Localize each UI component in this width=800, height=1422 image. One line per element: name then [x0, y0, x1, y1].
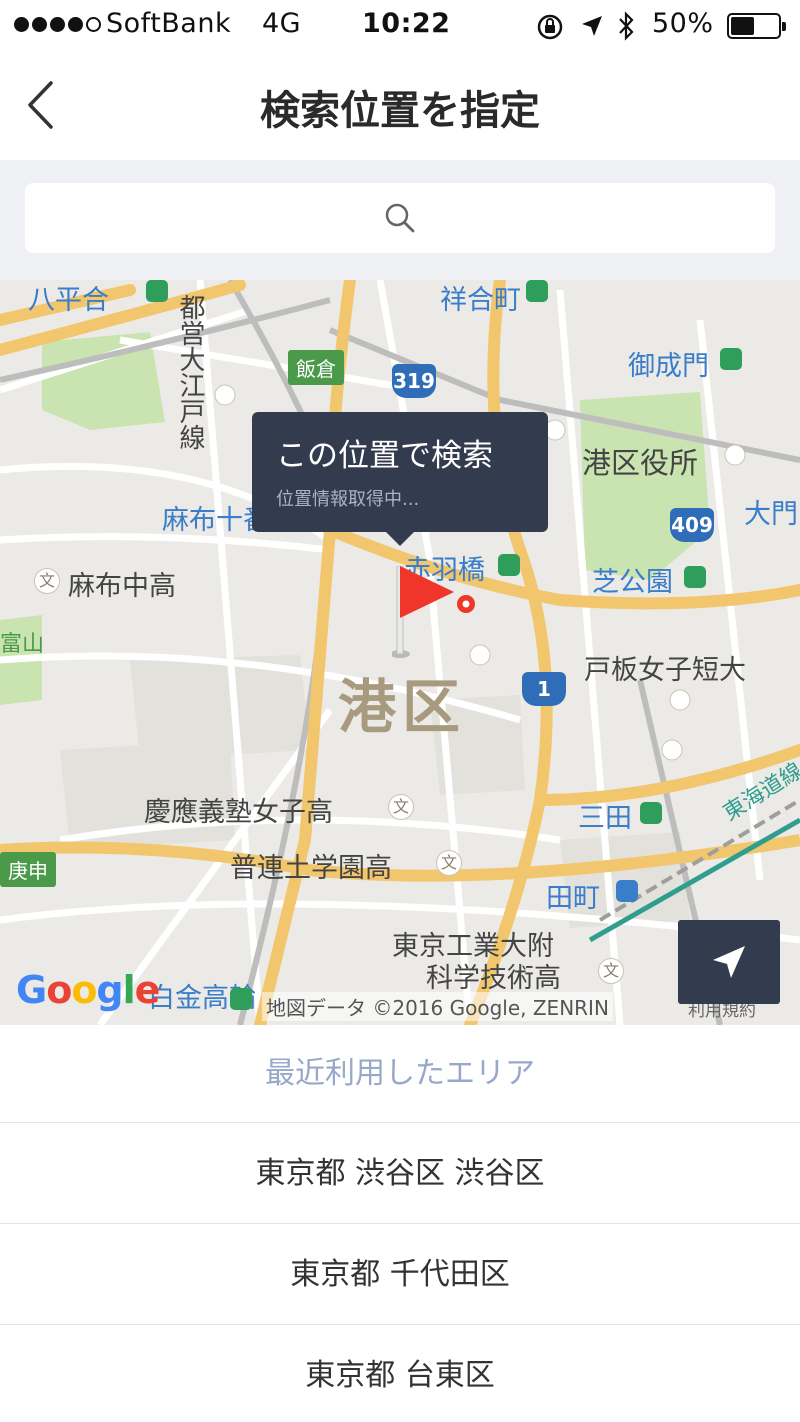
map-label: 芝公園	[592, 567, 673, 598]
map-label: 御成門	[628, 351, 709, 382]
map-label: 田町	[546, 883, 600, 914]
battery-icon	[727, 13, 786, 39]
station-icon	[640, 802, 662, 824]
recent-area-item[interactable]: 東京都 台東区	[0, 1325, 800, 1422]
map-label: 普連土学園高	[230, 853, 392, 884]
search-area	[0, 160, 800, 280]
map-label: 三田	[578, 803, 632, 834]
district-label: 港区	[338, 673, 467, 741]
page-title: 検索位置を指定	[260, 88, 540, 134]
search-here-tooltip[interactable]: この位置で検索 位置情報取得中...	[252, 412, 548, 546]
network-type: 4G	[262, 8, 302, 39]
tooltip-subtitle: 位置情報取得中...	[276, 489, 420, 510]
recent-areas: 最近利用したエリア 東京都 渋谷区 渋谷区 東京都 千代田区 東京都 台東区	[0, 1025, 800, 1422]
recent-area-item[interactable]: 東京都 千代田区	[0, 1224, 800, 1325]
search-input[interactable]	[25, 183, 775, 253]
carrier-name: SoftBank	[106, 8, 232, 39]
navigation-header: 検索位置を指定	[0, 52, 800, 160]
red-flag-icon[interactable]	[392, 566, 482, 662]
school-icon: 文	[388, 794, 414, 820]
map-label: 八平合	[28, 285, 109, 316]
school-icon: 文	[34, 568, 60, 594]
school-icon: 文	[598, 958, 624, 984]
map-label: 戸板女子短大	[584, 655, 746, 686]
signal-strength-icon	[14, 17, 101, 32]
battery-percent: 50%	[652, 8, 714, 39]
map-view[interactable]: 八平合 祥合町 都営大江戸線 飯倉 319 御成門 麻布十番 港区役所 409 …	[0, 280, 800, 1025]
route-shield: 1	[522, 672, 566, 706]
orientation-lock-icon	[537, 14, 563, 40]
map-label: 慶應義塾女子高	[144, 797, 333, 828]
tooltip-title: この位置で検索	[276, 438, 493, 474]
station-icon	[498, 554, 520, 576]
station-icon	[684, 566, 706, 588]
status-bar: SoftBank 4G 10:22 50%	[0, 0, 800, 52]
search-icon	[385, 203, 415, 233]
map-label: 富山	[0, 632, 45, 657]
school-icon: 文	[436, 850, 462, 876]
bluetooth-icon	[619, 11, 634, 41]
road-sign: 庚申	[0, 852, 56, 887]
map-label: 祥合町	[440, 285, 521, 316]
station-icon	[230, 988, 252, 1010]
recent-areas-header: 最近利用したエリア	[0, 1025, 800, 1123]
map-label: 科学技術高	[426, 963, 561, 994]
map-label: 麻布中高	[68, 571, 176, 602]
route-shield: 319	[392, 364, 436, 398]
station-icon	[616, 880, 638, 902]
navigation-arrow-icon	[713, 946, 745, 978]
google-logo: Google	[16, 968, 160, 1012]
map-label: 港区役所	[582, 446, 699, 480]
map-attribution: 地図データ ©2016 Google, ZENRIN	[262, 992, 613, 1021]
map-label: 都営大江戸線	[175, 294, 205, 450]
station-icon	[146, 280, 168, 302]
station-icon	[720, 348, 742, 370]
station-icon	[526, 280, 548, 302]
road-sign: 飯倉	[288, 350, 344, 385]
current-location-button[interactable]	[678, 920, 780, 1004]
location-arrow-icon	[582, 16, 602, 36]
status-time: 10:22	[362, 8, 451, 39]
recent-area-item[interactable]: 東京都 渋谷区 渋谷区	[0, 1123, 800, 1224]
route-shield: 409	[670, 508, 714, 542]
map-label: 大門	[744, 499, 798, 530]
